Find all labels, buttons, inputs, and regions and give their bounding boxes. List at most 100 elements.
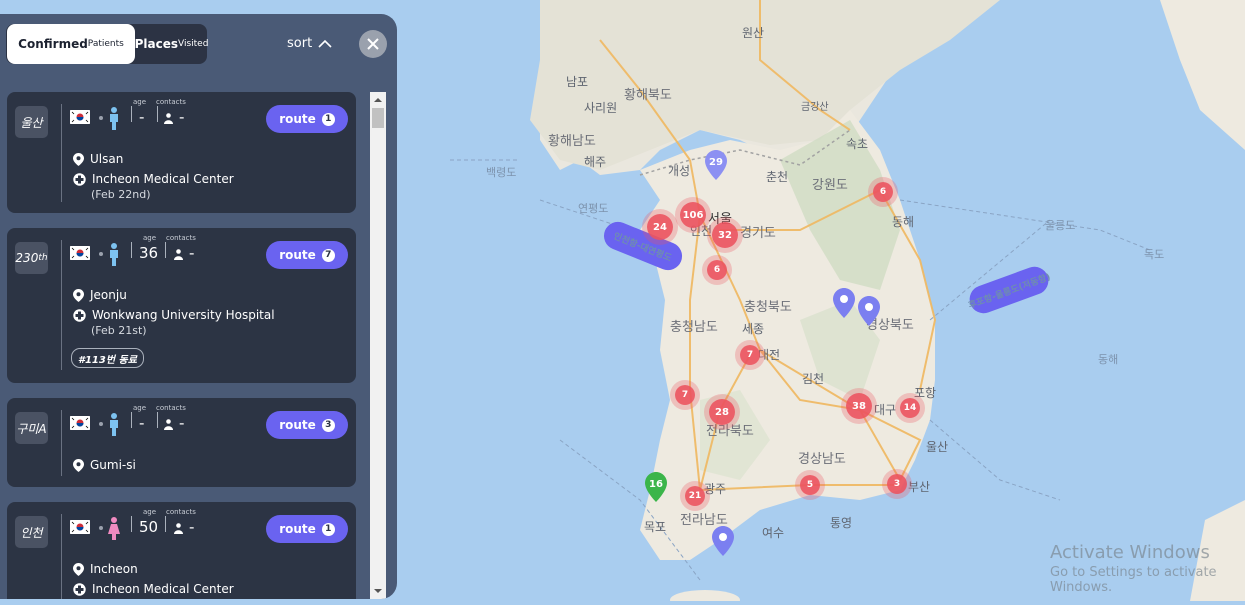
case-cluster-marker[interactable]: 7 (675, 385, 695, 405)
location-pin-icon[interactable] (858, 296, 880, 326)
green-location-pin-icon[interactable]: 16 (645, 472, 667, 502)
city-badge: 구미A (15, 412, 48, 444)
age-value: - (139, 414, 145, 432)
hospital-cross-icon (73, 308, 86, 322)
divider (61, 104, 62, 202)
contacts-value: - (189, 244, 195, 262)
case-cluster-marker[interactable]: 38 (846, 393, 872, 419)
tab-bar: Confirmed Patients Places Visited (6, 24, 209, 64)
case-cluster-marker[interactable]: 24 (647, 214, 673, 240)
route-button[interactable]: route 1 (266, 515, 348, 543)
divider (61, 514, 62, 599)
case-cluster-marker[interactable]: 14 (900, 398, 920, 418)
hospital-row: Incheon Medical Center (73, 172, 234, 186)
map-label: 충청남도 (670, 320, 718, 335)
divider (131, 242, 132, 258)
case-cluster-marker[interactable]: 32 (712, 222, 738, 248)
map-label: 여수 (762, 526, 785, 540)
map-label: 충청북도 (744, 300, 792, 315)
watermark-title: Activate Windows (1050, 542, 1210, 563)
map-label: 대전 (758, 348, 781, 362)
sort-button[interactable]: sort (287, 36, 332, 51)
related-case-tag[interactable]: #113번 동료 (71, 348, 144, 368)
case-cluster-marker[interactable]: 5 (800, 475, 820, 495)
case-cluster-marker[interactable]: 106 (680, 202, 706, 228)
date-text: (Feb 22nd) (91, 188, 151, 201)
tab-sublabel: Patients (87, 39, 124, 49)
patient-card[interactable]: 인천 age 50 contacts - route 1 Incheon Inc… (7, 502, 356, 599)
patient-panel: Confirmed Patients Places Visited sort 울산 … (0, 14, 397, 599)
city-badge: 울산 (15, 106, 48, 138)
city-suffix: th (38, 253, 48, 263)
contacts-person-icon (164, 419, 173, 430)
patient-card[interactable]: 230th age 36 contacts - route 7 Jeonju W… (7, 228, 356, 383)
location-row: Incheon (73, 562, 138, 576)
tab-places-visited[interactable]: Places Visited (135, 24, 209, 64)
tab-confirmed-patients[interactable]: Confirmed Patients (7, 24, 135, 64)
divider (131, 516, 132, 532)
patient-list[interactable]: 울산 age - contacts - route 1 Ulsan Incheo… (0, 92, 367, 599)
map-label: 세종 (742, 322, 765, 336)
case-cluster-marker[interactable]: 21 (685, 486, 705, 506)
route-count: 1 (321, 522, 335, 536)
scroll-down-arrow-icon[interactable] (370, 585, 386, 597)
route-button[interactable]: route 7 (266, 241, 348, 269)
map-label: 원산 (742, 26, 765, 40)
map-label: 통영 (830, 516, 853, 530)
map-label: 경상남도 (798, 452, 846, 467)
map-label: 김천 (802, 372, 825, 386)
age-value: 50 (139, 518, 159, 536)
windows-activation-watermark: Activate Windows Go to Settings to activ… (1050, 542, 1245, 595)
contacts-caption: contacts (166, 234, 196, 242)
map-label: 금강산 (801, 102, 829, 113)
divider (157, 106, 158, 122)
map-label: 부산 (908, 480, 931, 494)
male-person-icon (110, 243, 118, 266)
route-count: 7 (321, 248, 335, 262)
age-value: 36 (139, 244, 159, 262)
scrollbar[interactable] (370, 92, 386, 599)
route-button[interactable]: route 1 (266, 105, 348, 133)
location-pin-icon[interactable] (833, 288, 855, 318)
case-cluster-marker[interactable]: 6 (707, 260, 727, 280)
watermark-subtitle: Go to Settings to activate Windows. (1050, 565, 1217, 595)
date-text: (Feb 21st) (91, 324, 147, 337)
case-cluster-marker[interactable]: 28 (709, 399, 735, 425)
close-button[interactable] (359, 30, 387, 58)
scroll-up-arrow-icon[interactable] (370, 94, 386, 106)
age-caption: age (143, 508, 157, 516)
map-label: 사리원 (584, 101, 618, 115)
close-icon (367, 38, 379, 50)
map-label: 울릉도 (1045, 219, 1076, 232)
location-row: Ulsan (73, 152, 123, 166)
map-label: 황해남도 (548, 134, 596, 149)
city-text: 230 (15, 251, 39, 265)
case-cluster-marker[interactable]: 6 (873, 182, 893, 202)
map-label: 울산 (926, 440, 949, 454)
korea-flag-icon (70, 416, 90, 430)
divider (165, 242, 166, 258)
map-label: 황해북도 (624, 88, 672, 103)
scrollbar-thumb[interactable] (372, 108, 384, 128)
map-label: 광주 (704, 482, 727, 496)
case-cluster-marker[interactable]: 3 (887, 474, 907, 494)
map-label: 개성 (668, 164, 691, 178)
location-pin-icon[interactable]: 29 (705, 150, 727, 180)
contacts-value: - (179, 414, 185, 432)
map-label: 강원도 (812, 178, 848, 193)
route-button[interactable]: route 3 (266, 411, 348, 439)
hospital-row: Incheon Medical Center (73, 582, 234, 596)
case-cluster-marker[interactable]: 7 (740, 345, 760, 365)
location-pin-icon[interactable] (712, 526, 734, 556)
pin-count: 16 (649, 479, 663, 490)
map-pin-icon (73, 562, 84, 576)
separator-dot (99, 116, 103, 120)
route-label: route (279, 418, 316, 432)
route-count: 1 (321, 112, 335, 126)
male-person-icon (110, 413, 118, 436)
male-person-icon (110, 107, 118, 130)
route-count: 3 (321, 418, 335, 432)
divider (61, 240, 62, 370)
patient-card[interactable]: 구미A age - contacts - route 3 Gumi-si (7, 398, 356, 487)
patient-card[interactable]: 울산 age - contacts - route 1 Ulsan Incheo… (7, 92, 356, 213)
